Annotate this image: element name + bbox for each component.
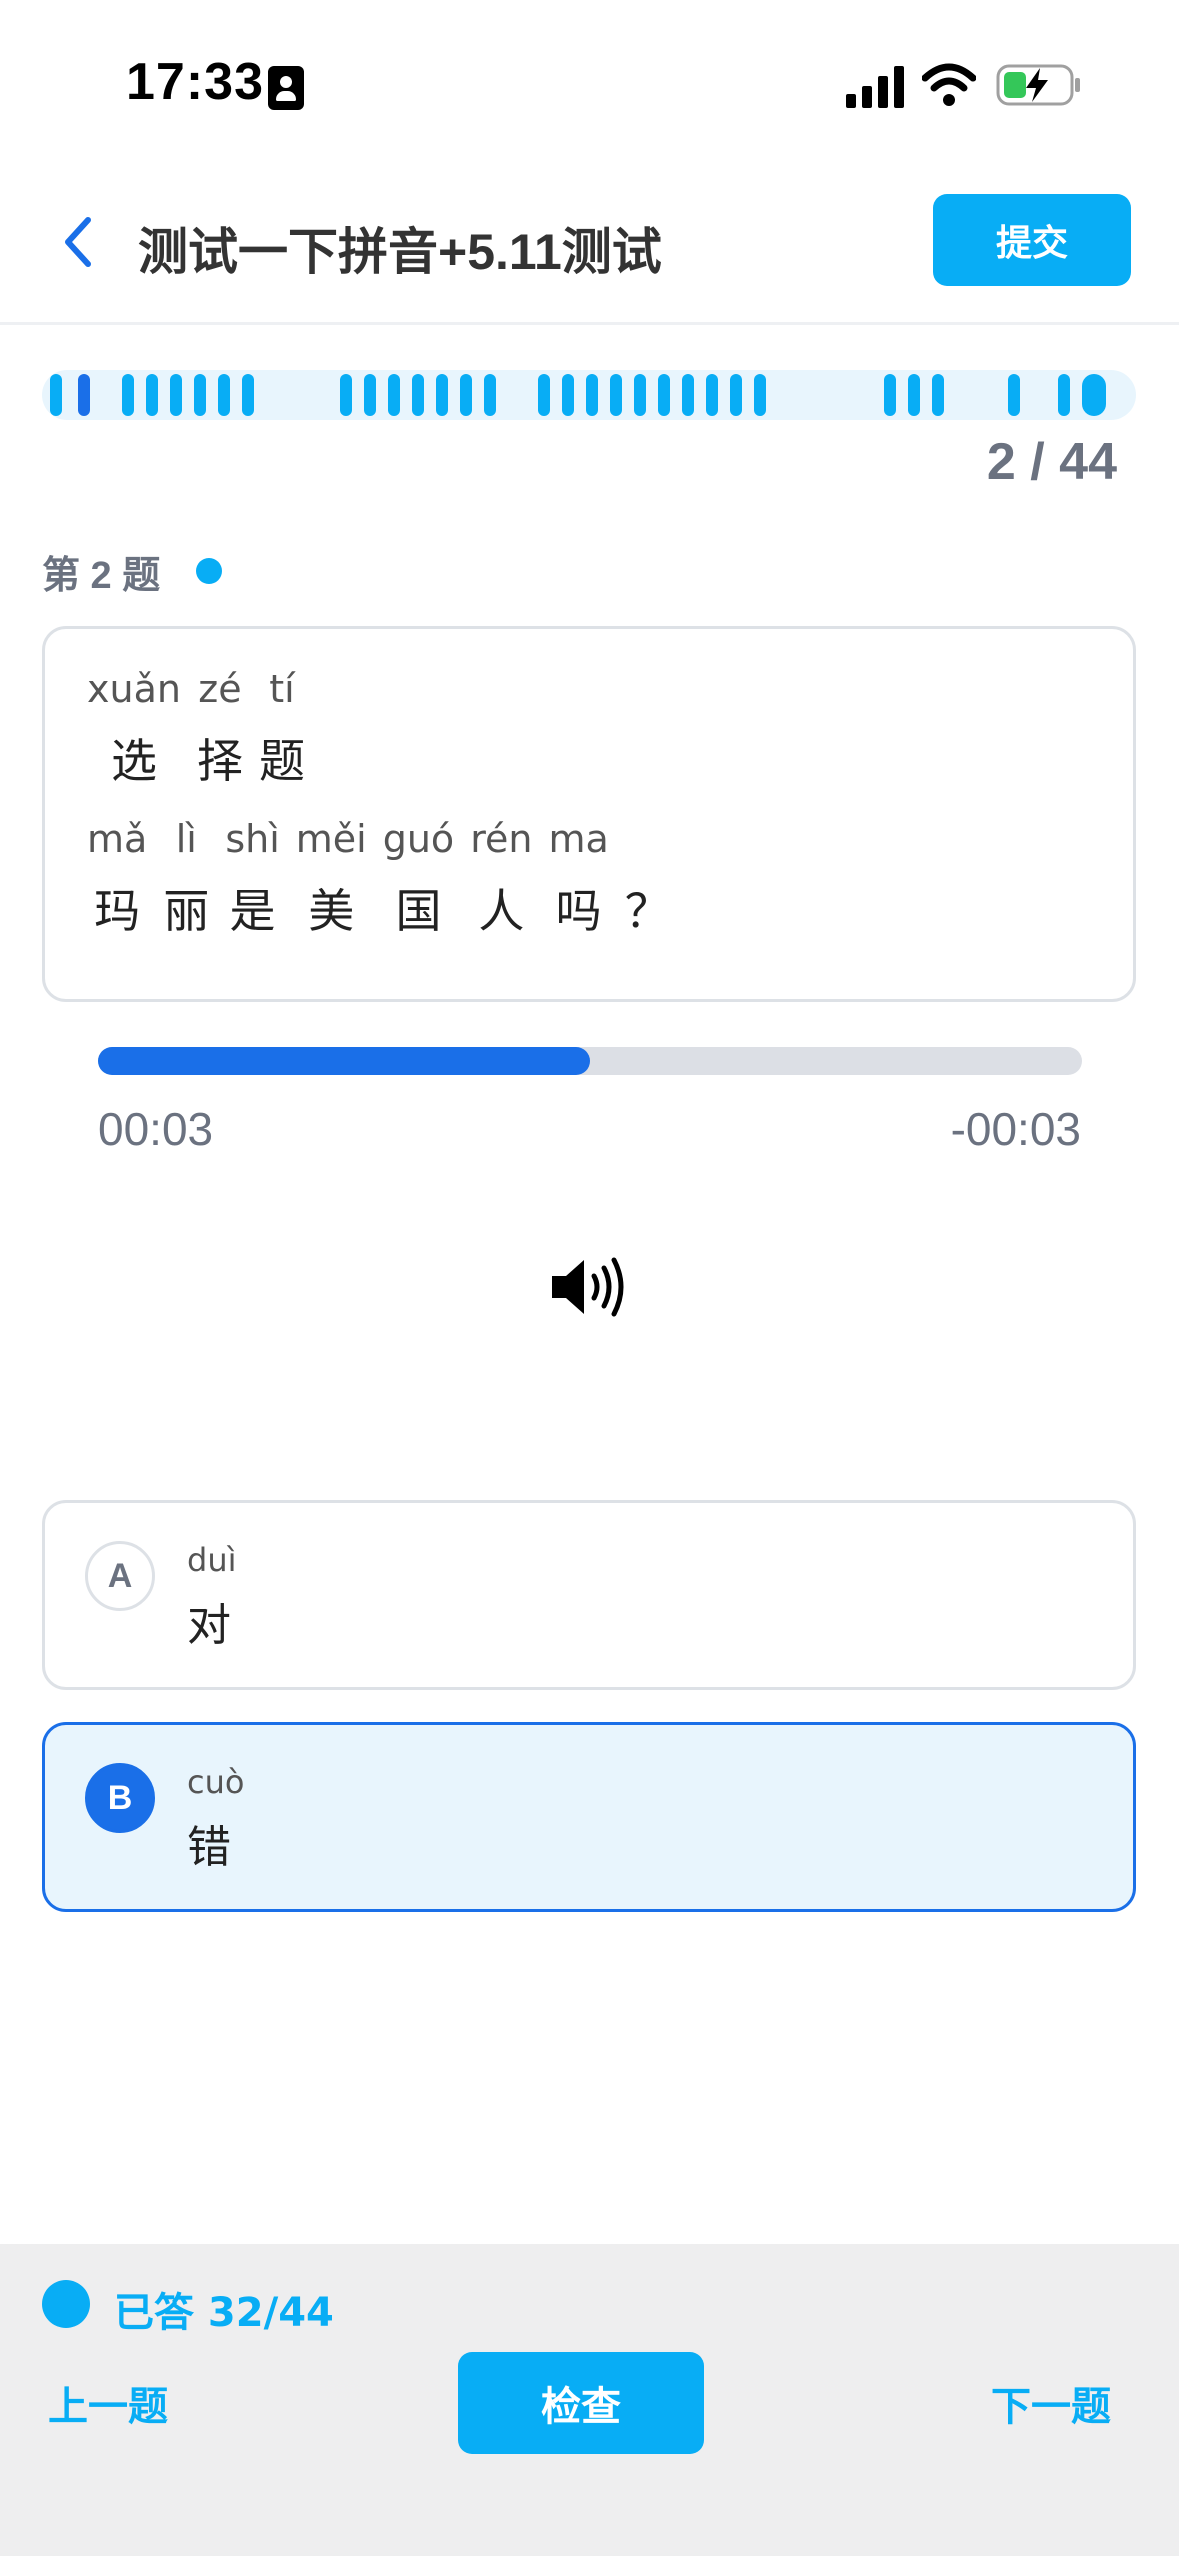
- answered-status-dot: [42, 2280, 90, 2328]
- question-counter: 2 / 44: [986, 433, 1117, 491]
- header-divider: [0, 322, 1179, 325]
- pinyin-text: tí: [269, 667, 295, 711]
- hanzi-text: 吗: [555, 884, 602, 938]
- ruby-character: lì 丽: [163, 817, 209, 941]
- option-pinyin: duì: [187, 1541, 237, 1579]
- hanzi-text: 是: [229, 884, 276, 938]
- question-tick[interactable]: [364, 374, 376, 416]
- question-line-2: mǎ 玛 lì 丽 shì 是 měi 美 guó 国 rén 人 ma 吗 ？: [87, 817, 687, 941]
- question-tick[interactable]: [460, 374, 472, 416]
- question-tick[interactable]: [658, 374, 670, 416]
- audio-remaining-time: -00:03: [950, 1103, 1081, 1155]
- chevron-left-icon[interactable]: [58, 214, 98, 270]
- hanzi-text: ？: [624, 884, 671, 938]
- submit-button[interactable]: 提交: [933, 194, 1131, 286]
- option-text: 错: [187, 1822, 231, 1873]
- question-tick[interactable]: [146, 374, 158, 416]
- ruby-character: rén 人: [470, 817, 532, 941]
- question-tick[interactable]: [634, 374, 646, 416]
- ruby-character: xuǎn 选: [87, 667, 181, 791]
- question-tick[interactable]: [730, 374, 742, 416]
- check-button[interactable]: 检查: [458, 2352, 704, 2454]
- pinyin-text: měi: [295, 817, 367, 861]
- answered-count: 已答 32/44: [114, 2290, 334, 2336]
- hanzi-text: 题: [258, 734, 305, 788]
- cellular-signal-icon: [846, 64, 906, 108]
- option-text: 对: [187, 1600, 231, 1651]
- option-pinyin: cuò: [187, 1763, 245, 1801]
- hanzi-text: 玛: [94, 884, 141, 938]
- question-tick[interactable]: [122, 374, 134, 416]
- question-navigator[interactable]: [42, 370, 1136, 420]
- status-time: 17:33: [126, 53, 264, 111]
- ruby-character: guó 国: [383, 817, 454, 941]
- question-tick[interactable]: [170, 374, 182, 416]
- ruby-character: měi 美: [296, 817, 367, 941]
- ruby-character: shì 是: [225, 817, 279, 941]
- question-tick[interactable]: [484, 374, 496, 416]
- question-status-dot: [196, 558, 222, 584]
- contact-card-icon: [268, 66, 304, 110]
- ruby-character: ma 吗: [548, 817, 608, 941]
- question-tick[interactable]: [682, 374, 694, 416]
- speaker-icon[interactable]: [548, 1252, 632, 1322]
- hanzi-text: 美: [308, 884, 355, 938]
- pinyin-text: rén: [470, 817, 533, 861]
- question-tick[interactable]: [884, 374, 896, 416]
- battery-charging-icon: [996, 64, 1080, 106]
- question-tick[interactable]: [754, 374, 766, 416]
- question-tick[interactable]: [538, 374, 550, 416]
- wifi-icon: [922, 63, 976, 106]
- pinyin-text: lì: [175, 817, 197, 861]
- question-tick[interactable]: [50, 374, 62, 416]
- question-tick[interactable]: [218, 374, 230, 416]
- audio-progress-fill: [98, 1047, 590, 1075]
- question-tick[interactable]: [412, 374, 424, 416]
- question-tick[interactable]: [194, 374, 206, 416]
- next-question-button[interactable]: 下一题: [991, 2374, 1111, 2432]
- question-tick[interactable]: [562, 374, 574, 416]
- pinyin-text: mǎ: [87, 817, 148, 861]
- hanzi-text: 选: [110, 734, 157, 788]
- question-card: xuǎn 选 zé 择 tí 题 mǎ 玛 lì 丽 shì 是 měi 美 guó 国 rén 人 ma 吗 ？: [42, 626, 1136, 1002]
- hanzi-text: 择: [196, 734, 243, 788]
- pinyin-text: ma: [548, 817, 609, 861]
- page-title: 测试一下拼音+5.11测试: [138, 224, 662, 280]
- audio-progress-track[interactable]: [98, 1047, 1082, 1075]
- question-tick[interactable]: [1008, 374, 1020, 416]
- question-tick[interactable]: [586, 374, 598, 416]
- option-letter: B: [85, 1763, 155, 1833]
- ruby-character: mǎ 玛: [87, 817, 147, 941]
- option-a[interactable]: A duì 对: [42, 1500, 1136, 1690]
- question-tick[interactable]: [1082, 374, 1106, 416]
- question-tick-current[interactable]: [78, 374, 90, 416]
- ruby-character: tí 题: [259, 667, 305, 791]
- ruby-character: ？: [625, 817, 671, 941]
- hanzi-text: 丽: [163, 884, 210, 938]
- question-tick[interactable]: [340, 374, 352, 416]
- option-letter: A: [85, 1541, 155, 1611]
- question-tick[interactable]: [388, 374, 400, 416]
- question-line-1: xuǎn 选 zé 择 tí 题: [87, 667, 321, 791]
- hanzi-text: 人: [478, 884, 525, 938]
- audio-elapsed-time: 00:03: [98, 1103, 214, 1155]
- question-tick[interactable]: [706, 374, 718, 416]
- question-tick[interactable]: [1058, 374, 1070, 416]
- pinyin-text: guó: [382, 817, 455, 861]
- question-tick[interactable]: [436, 374, 448, 416]
- pinyin-text: xuǎn: [87, 667, 181, 711]
- option-b[interactable]: B cuò 错: [42, 1722, 1136, 1912]
- ruby-character: zé 择: [197, 667, 243, 791]
- question-tick[interactable]: [610, 374, 622, 416]
- pinyin-text: zé: [198, 667, 242, 711]
- question-number-label: 第 2 题: [42, 555, 161, 597]
- question-tick[interactable]: [932, 374, 944, 416]
- hanzi-text: 国: [395, 884, 442, 938]
- pinyin-text: shì: [225, 817, 280, 861]
- question-tick[interactable]: [908, 374, 920, 416]
- question-tick[interactable]: [242, 374, 254, 416]
- previous-question-button[interactable]: 上一题: [48, 2374, 168, 2432]
